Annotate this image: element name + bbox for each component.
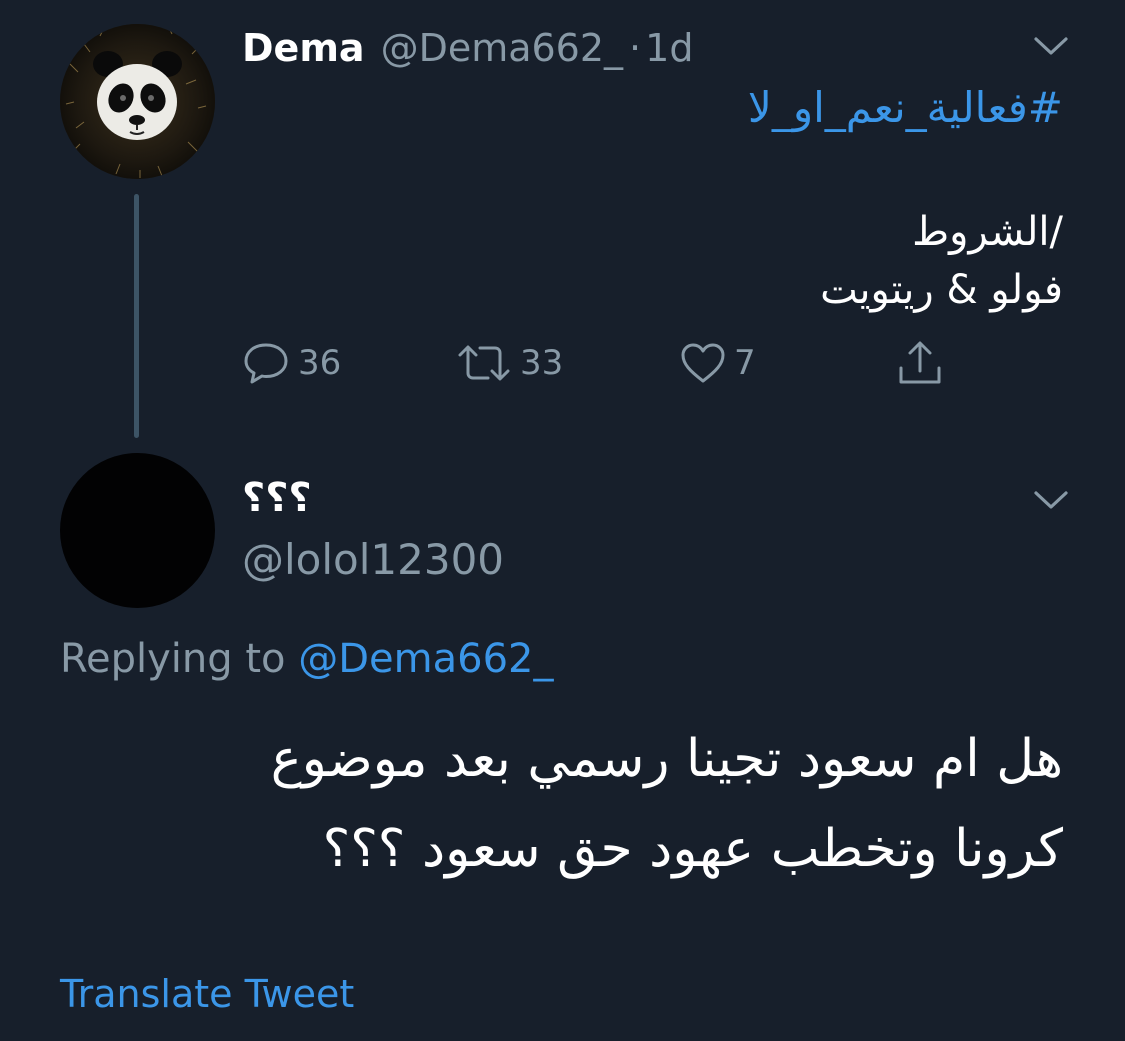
share-icon — [899, 341, 941, 384]
reply-button[interactable]: 36 — [242, 336, 341, 390]
panda-avatar-image — [60, 24, 215, 179]
thread-connector-line — [134, 194, 139, 438]
reply-user-handle[interactable]: @lolol12300 — [242, 532, 504, 588]
tweet-timestamp[interactable]: 1d — [645, 26, 693, 70]
avatar-dema[interactable] — [60, 24, 215, 179]
like-count: 7 — [734, 343, 756, 383]
tweet-text-line: فولو & ريتويت — [820, 267, 1063, 313]
reply-icon — [244, 343, 288, 384]
replying-to-mention[interactable]: @Dema662_ — [298, 636, 553, 682]
chevron-down-icon[interactable] — [1033, 489, 1069, 511]
replying-to-line: Replying to @Dema662_ — [60, 630, 553, 688]
reply-display-name[interactable]: ؟؟؟ — [242, 474, 312, 522]
display-name[interactable]: Dema — [242, 26, 365, 70]
translate-tweet-link[interactable]: Translate Tweet — [60, 966, 354, 1022]
separator-dot: · — [629, 26, 642, 70]
reply-count: 36 — [298, 343, 342, 383]
like-icon — [681, 343, 725, 383]
reply-text-line: هل ام سعود تجينا رسمي بعد موضوع — [270, 729, 1063, 789]
parent-tweet-header: Dema @Dema662_ · 1d — [242, 20, 693, 76]
replying-to-label: Replying to — [60, 636, 286, 682]
hashtag-link[interactable]: #فعالية_نعم_او_لا — [748, 78, 1063, 138]
user-handle[interactable]: @Dema662_ — [381, 26, 623, 70]
share-button[interactable] — [895, 336, 945, 390]
retweet-icon — [458, 345, 510, 381]
chevron-down-icon[interactable] — [1033, 35, 1069, 57]
tweet-text-line: /الشروط — [912, 209, 1063, 255]
retweet-count: 33 — [520, 343, 564, 383]
reply-text-line: كرونا وتخطب عهود حق سعود ؟؟؟ — [322, 819, 1063, 879]
avatar-lolol12300[interactable] — [60, 453, 215, 608]
retweet-button[interactable]: 33 — [456, 336, 563, 390]
like-button[interactable]: 7 — [680, 336, 756, 390]
